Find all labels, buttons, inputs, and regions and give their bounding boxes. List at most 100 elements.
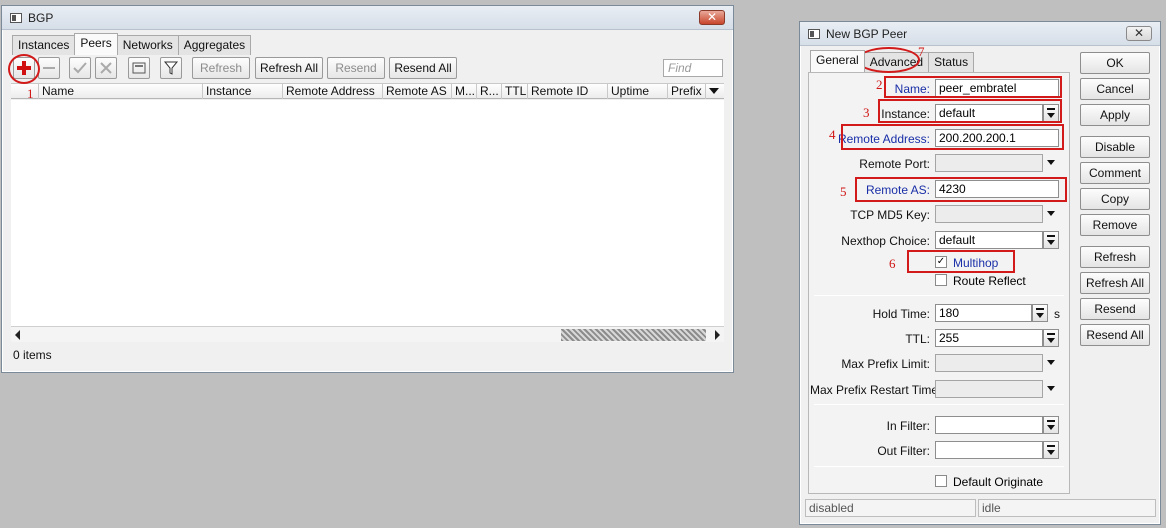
remote-port-dropdown-icon[interactable] xyxy=(1044,154,1060,172)
max-prefix-restart-time-dropdown-icon[interactable] xyxy=(1044,380,1060,398)
annotation-5: 5 xyxy=(840,184,847,199)
max-prefix-limit-dropdown-icon[interactable] xyxy=(1044,354,1060,372)
bgp-window-title: BGP xyxy=(28,10,54,25)
window-icon xyxy=(10,12,22,23)
hold-time-label: Hold Time: xyxy=(872,307,930,321)
enable-icon xyxy=(73,62,87,74)
route-reflect-label: Route Reflect xyxy=(953,274,1026,288)
peer-close-button[interactable]: ✕ xyxy=(1126,26,1152,41)
ok-button[interactable]: OK xyxy=(1080,52,1150,74)
out-filter-dropdown-icon[interactable] xyxy=(1043,441,1059,459)
tcp-md5-key-dropdown-icon[interactable] xyxy=(1044,205,1060,223)
column-prefix-count[interactable]: Prefix C xyxy=(668,84,706,99)
remove-button[interactable]: Remove xyxy=(1080,214,1150,236)
peers-table-body[interactable] xyxy=(11,100,724,326)
tab-status[interactable]: Status xyxy=(928,52,975,72)
max-prefix-restart-time-input[interactable] xyxy=(935,380,1043,398)
ttl-input[interactable]: 255 xyxy=(935,329,1043,347)
columns-menu-icon[interactable] xyxy=(709,88,719,94)
nexthop-choice-label: Nexthop Choice: xyxy=(841,234,930,248)
find-input[interactable]: Find xyxy=(663,59,723,77)
bgp-close-button[interactable]: ✕ xyxy=(699,10,725,25)
resend-all-button[interactable]: Resend All xyxy=(389,57,457,79)
remote-port-input[interactable] xyxy=(935,154,1043,172)
default-originate-checkbox[interactable] xyxy=(935,475,947,487)
default-originate-label: Default Originate xyxy=(953,475,1044,489)
column-spacer xyxy=(11,84,39,99)
cancel-button[interactable]: Cancel xyxy=(1080,78,1150,100)
bgp-window: BGP ✕ Instances Peers Networks Aggregate… xyxy=(1,5,734,373)
tab-instances[interactable]: Instances xyxy=(12,35,76,55)
route-reflect-checkbox[interactable] xyxy=(935,274,947,286)
annotation-box-remote-address xyxy=(841,124,1064,150)
bgp-tabs: Instances Peers Networks Aggregates xyxy=(12,33,252,55)
tab-general[interactable]: General xyxy=(810,50,865,72)
max-prefix-limit-input[interactable] xyxy=(935,354,1043,372)
filter-icon xyxy=(163,61,179,75)
out-filter-select[interactable] xyxy=(935,441,1043,459)
tab-peers[interactable]: Peers xyxy=(74,33,118,55)
filter-button[interactable] xyxy=(160,57,182,79)
resend-all-button[interactable]: Resend All xyxy=(1080,324,1150,346)
peer-window-title: New BGP Peer xyxy=(826,26,908,41)
hold-time-dropdown-icon[interactable] xyxy=(1032,304,1048,322)
annotation-box-multihop xyxy=(907,250,1015,273)
in-filter-dropdown-icon[interactable] xyxy=(1043,416,1059,434)
horizontal-scrollbar[interactable] xyxy=(11,326,724,342)
tab-networks[interactable]: Networks xyxy=(116,35,179,55)
refresh-all-button[interactable]: Refresh All xyxy=(255,57,323,79)
hold-time-input[interactable]: 180 xyxy=(935,304,1032,322)
bgp-titlebar[interactable]: BGP ✕ xyxy=(2,6,733,30)
separator xyxy=(814,295,1064,296)
separator xyxy=(814,404,1064,405)
out-filter-label: Out Filter: xyxy=(877,444,930,458)
column-ttl[interactable]: TTL xyxy=(502,84,528,99)
enable-button[interactable] xyxy=(69,57,91,79)
column-instance[interactable]: Instance xyxy=(203,84,283,99)
annotation-circle-advanced xyxy=(857,47,920,73)
annotation-3: 3 xyxy=(863,105,870,120)
max-prefix-restart-time-label: Max Prefix Restart Time: xyxy=(810,383,942,397)
column-name[interactable]: Name xyxy=(39,84,203,99)
max-prefix-limit-label: Max Prefix Limit: xyxy=(841,357,930,371)
resend-button[interactable]: Resend xyxy=(1080,298,1150,320)
ttl-label: TTL: xyxy=(905,332,930,346)
resend-button[interactable]: Resend xyxy=(327,57,385,79)
column-remote-id[interactable]: Remote ID xyxy=(528,84,608,99)
refresh-all-button[interactable]: Refresh All xyxy=(1080,272,1150,294)
disable-icon xyxy=(100,62,112,74)
comment-button[interactable]: Comment xyxy=(1080,162,1150,184)
ttl-dropdown-icon[interactable] xyxy=(1043,329,1059,347)
window-icon xyxy=(808,28,820,39)
column-r[interactable]: R... xyxy=(477,84,502,99)
annotation-4: 4 xyxy=(829,127,836,142)
nexthop-choice-select[interactable]: default xyxy=(935,231,1043,249)
comment-icon xyxy=(132,62,146,74)
annotation-box-remote-as xyxy=(855,177,1067,202)
scroll-left-icon[interactable] xyxy=(15,330,20,340)
tcp-md5-key-input[interactable] xyxy=(935,205,1043,223)
column-uptime[interactable]: Uptime xyxy=(608,84,668,99)
tcp-md5-key-label: TCP MD5 Key: xyxy=(850,208,930,222)
copy-button[interactable]: Copy xyxy=(1080,188,1150,210)
column-remote-address[interactable]: Remote Address xyxy=(283,84,383,99)
column-remote-as[interactable]: Remote AS xyxy=(383,84,452,99)
scrollbar-thumb[interactable] xyxy=(561,329,706,341)
disable-button[interactable] xyxy=(95,57,117,79)
remove-icon xyxy=(43,67,55,69)
annotation-2: 2 xyxy=(876,77,883,92)
separator xyxy=(814,466,1064,467)
apply-button[interactable]: Apply xyxy=(1080,104,1150,126)
scroll-right-icon[interactable] xyxy=(715,330,720,340)
peer-titlebar[interactable]: New BGP Peer ✕ xyxy=(800,22,1160,46)
disable-button[interactable]: Disable xyxy=(1080,136,1150,158)
refresh-button[interactable]: Refresh xyxy=(1080,246,1150,268)
remove-button[interactable] xyxy=(38,57,60,79)
comment-button[interactable] xyxy=(128,57,150,79)
in-filter-select[interactable] xyxy=(935,416,1043,434)
refresh-button[interactable]: Refresh xyxy=(192,57,250,79)
nexthop-choice-dropdown-icon[interactable] xyxy=(1043,231,1059,249)
tab-aggregates[interactable]: Aggregates xyxy=(177,35,252,55)
remote-port-label: Remote Port: xyxy=(859,157,930,171)
column-m[interactable]: M... xyxy=(452,84,477,99)
